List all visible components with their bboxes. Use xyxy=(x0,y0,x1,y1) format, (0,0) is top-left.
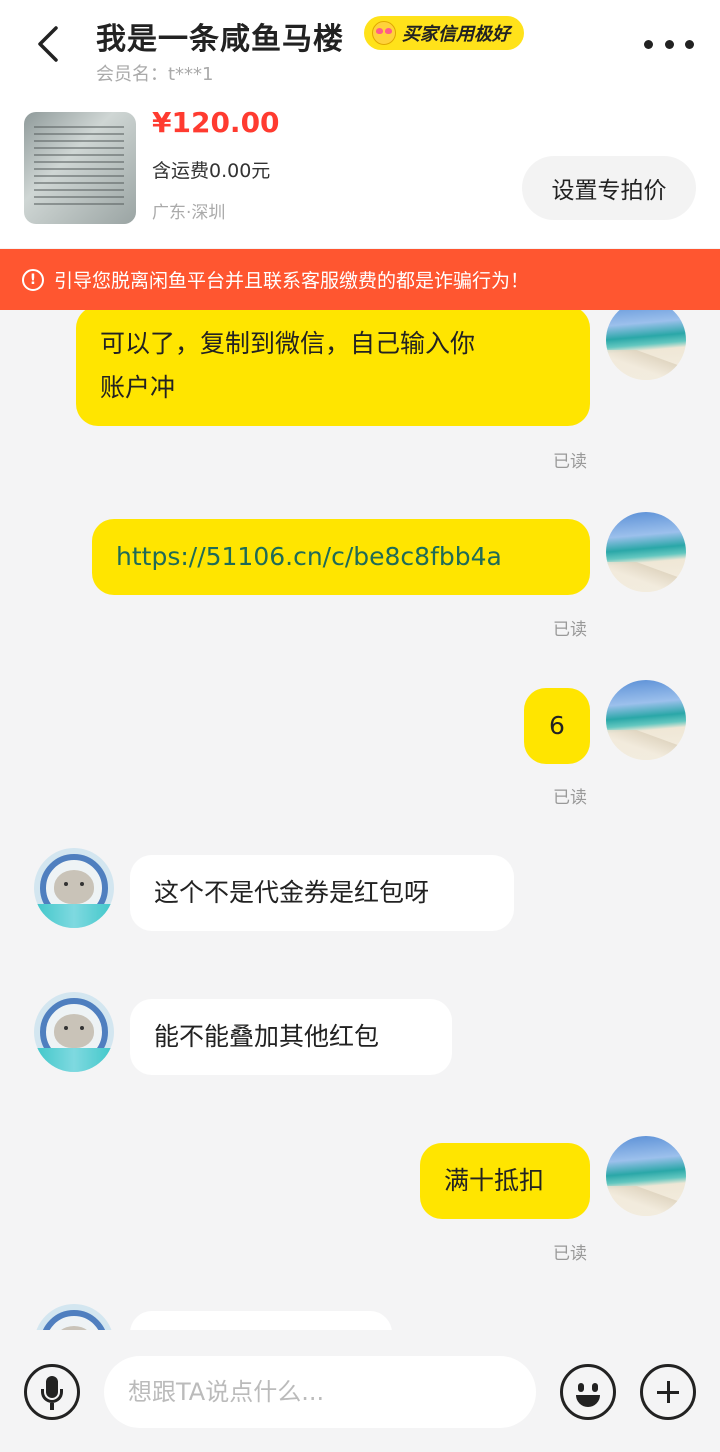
message-bubble-sent[interactable]: https://51106.cn/c/be8c8fbb4a xyxy=(92,519,590,595)
my-avatar[interactable] xyxy=(606,680,686,760)
fraud-warning-bar: ! 引导您脱离闲鱼平台并且联系客服缴费的都是诈骗行为！ xyxy=(0,249,720,310)
product-thumbnail[interactable] xyxy=(24,112,136,224)
my-avatar[interactable] xyxy=(606,1136,686,1216)
cat-face-shape xyxy=(54,870,94,904)
chat-title[interactable]: 我是一条咸鱼马楼 xyxy=(96,14,344,58)
message-bubble-received[interactable]: 能不能叠加其他红包 xyxy=(130,999,452,1075)
message-bubble-sent[interactable]: 满十抵扣 xyxy=(420,1143,590,1219)
microphone-icon[interactable] xyxy=(24,1364,80,1420)
partner-avatar[interactable] xyxy=(34,848,114,928)
more-options-icon[interactable] xyxy=(644,34,694,54)
back-icon[interactable] xyxy=(28,22,72,66)
read-status: 已读 xyxy=(553,452,587,472)
product-card[interactable]: ¥120.00 含运费0.00元 广东·深圳 设置专拍价 xyxy=(0,96,720,248)
partner-avatar[interactable] xyxy=(34,1304,114,1330)
message-bubble-received[interactable] xyxy=(130,1311,392,1330)
message-list[interactable]: 可以了，复制到微信，自己输入你 账户冲 已读 https://51106.cn/… xyxy=(0,310,720,1330)
read-status: 已读 xyxy=(553,788,587,808)
message-bubble-sent[interactable]: 可以了，复制到微信，自己输入你 账户冲 xyxy=(76,310,590,426)
message-line: 可以了，复制到微信，自己输入你 xyxy=(100,329,476,358)
product-price: ¥120.00 xyxy=(152,106,280,139)
credit-badge-label: 买家信用极好 xyxy=(402,24,510,45)
read-status: 已读 xyxy=(553,1244,587,1264)
message-bubble-received[interactable]: 这个不是代金券是红包呀 xyxy=(130,855,514,931)
document-photo xyxy=(34,126,124,206)
emoji-icon[interactable] xyxy=(560,1364,616,1420)
credit-badge[interactable]: 买家信用极好 xyxy=(364,16,524,50)
my-avatar[interactable] xyxy=(606,310,686,380)
dot xyxy=(664,39,674,49)
my-avatar[interactable] xyxy=(606,512,686,592)
member-name: 会员名：t***1 xyxy=(96,64,214,85)
warning-icon: ! xyxy=(22,268,44,291)
shipping-fee: 含运费0.00元 xyxy=(152,160,271,182)
heart-eyes-icon xyxy=(372,21,396,45)
plus-icon[interactable] xyxy=(640,1364,696,1420)
message-composer xyxy=(0,1330,720,1452)
set-special-price-button[interactable]: 设置专拍价 xyxy=(522,156,696,220)
partner-avatar[interactable] xyxy=(34,992,114,1072)
fraud-warning-text: 引导您脱离闲鱼平台并且联系客服缴费的都是诈骗行为！ xyxy=(54,270,530,292)
dot xyxy=(644,39,653,49)
message-input[interactable] xyxy=(104,1356,536,1428)
seller-location: 广东·深圳 xyxy=(152,203,226,223)
read-status: 已读 xyxy=(553,620,587,640)
message-line: 账户冲 xyxy=(100,373,176,402)
cat-face-shape xyxy=(54,1014,94,1048)
dot xyxy=(685,39,694,49)
chat-header: 我是一条咸鱼马楼 买家信用极好 会员名：t***1 xyxy=(0,0,720,96)
message-bubble-sent[interactable]: 6 xyxy=(524,688,590,764)
